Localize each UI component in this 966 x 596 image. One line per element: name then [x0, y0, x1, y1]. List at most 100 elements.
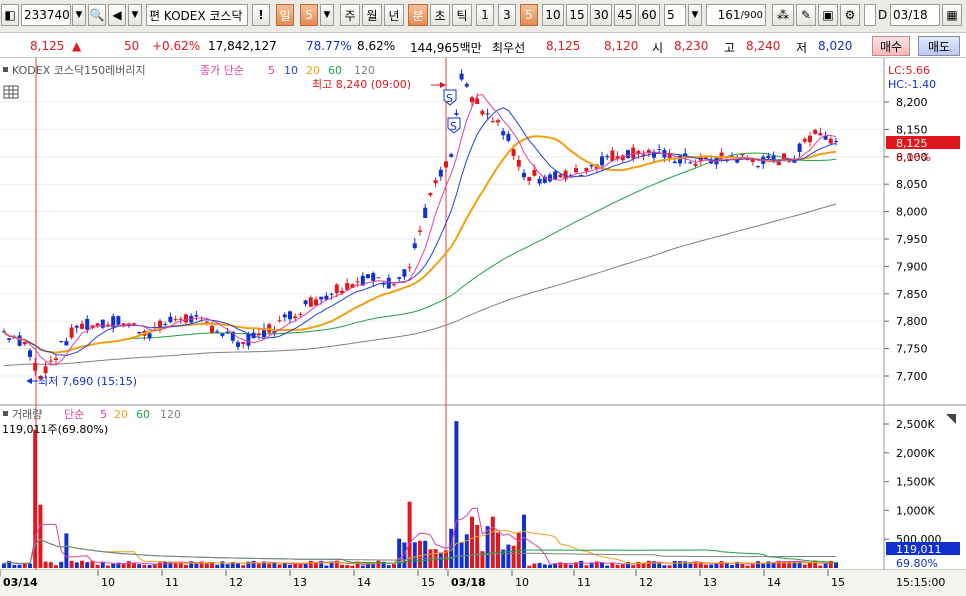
- vol-ma20-label: 20: [114, 408, 128, 421]
- period-minute[interactable]: 분: [408, 4, 428, 26]
- volume-bar: [750, 564, 755, 568]
- panel-menu-icon[interactable]: [3, 67, 8, 72]
- minute-30[interactable]: 30: [590, 4, 612, 26]
- search-icon[interactable]: 🔍: [88, 4, 106, 26]
- period-second[interactable]: 초: [430, 4, 450, 26]
- volume-bar: [48, 562, 53, 568]
- time-tick-label: 11: [165, 576, 179, 589]
- indicator-icon[interactable]: ⁂: [772, 4, 794, 26]
- volume-bar: [470, 516, 474, 568]
- interval-input[interactable]: 5: [664, 4, 686, 26]
- code-dropdown-icon[interactable]: ▼: [72, 4, 86, 26]
- date-input[interactable]: 03/18: [890, 4, 940, 26]
- count-input[interactable]: 161/900: [706, 4, 766, 26]
- candle-body: [537, 178, 542, 184]
- candle-body: [168, 316, 173, 323]
- candle-body: [397, 277, 402, 279]
- date-checkbox[interactable]: [864, 4, 876, 26]
- volume-bar: [740, 563, 745, 568]
- volume-bar: [38, 504, 43, 568]
- price-tick-label: 7,750: [896, 343, 928, 356]
- draw-icon[interactable]: ✎: [796, 4, 816, 26]
- candle-body: [355, 281, 360, 283]
- volume-bar: [397, 538, 402, 568]
- buy-button[interactable]: 매수: [872, 36, 910, 56]
- chart-menu-icon[interactable]: ◧: [1, 4, 19, 26]
- period-month[interactable]: 월: [362, 4, 382, 26]
- candle-body: [329, 293, 334, 295]
- volume-bar: [475, 524, 480, 568]
- period-day-count[interactable]: 5: [300, 4, 318, 26]
- candle-body: [288, 311, 292, 320]
- low-annotation: 최저 7,690 (15:15): [38, 375, 137, 388]
- volume-bar: [194, 563, 199, 568]
- minute-15[interactable]: 15: [566, 4, 588, 26]
- chart-area[interactable]: KODEX 코스닥150레버리지 종가 단순 5 10 20 60 120 최고…: [0, 58, 966, 596]
- candle-body: [184, 314, 188, 323]
- save-icon[interactable]: ▣: [818, 4, 838, 26]
- candle-body: [116, 316, 121, 325]
- volume-bar: [511, 545, 516, 568]
- name-field[interactable]: 편 KODEX 코스닥: [146, 4, 248, 26]
- candle-body: [787, 161, 792, 163]
- candle-body: [454, 112, 459, 115]
- candle-body: [428, 193, 433, 196]
- volume-bar: [277, 564, 282, 568]
- candle-body: [418, 230, 422, 232]
- volume-bar: [288, 564, 292, 568]
- volume: 17,842,127: [208, 39, 277, 53]
- table-icon[interactable]: [3, 85, 19, 99]
- minute-45[interactable]: 45: [614, 4, 636, 26]
- minute-1-label: 1: [481, 8, 489, 22]
- period-dropdown-icon[interactable]: ▼: [320, 4, 334, 26]
- candle-body: [298, 313, 303, 315]
- volume-bar: [485, 526, 490, 568]
- candle-body: [631, 147, 636, 159]
- speaker-icon[interactable]: ◀: [108, 4, 126, 26]
- volume-bar: [818, 565, 823, 568]
- volume-bar: [605, 565, 610, 568]
- lc-label: LC:5.66: [888, 64, 930, 77]
- candle-body: [553, 171, 558, 180]
- open-price: 8,230: [674, 39, 709, 53]
- calendar-icon[interactable]: ▦: [942, 4, 962, 26]
- candle-body: [459, 73, 464, 80]
- interval-dropdown-icon[interactable]: ▼: [688, 4, 702, 26]
- volume-bar: [152, 564, 157, 568]
- low-label: 저: [796, 41, 808, 55]
- period-day[interactable]: 일: [276, 4, 294, 26]
- volume-panel-menu-icon[interactable]: [3, 411, 8, 416]
- volume-bar: [345, 565, 350, 568]
- hc-label: HC:-1.40: [888, 78, 936, 91]
- candle-body: [173, 319, 178, 321]
- candle-body: [137, 332, 142, 334]
- minute-60[interactable]: 60: [638, 4, 660, 26]
- minute-10[interactable]: 10: [542, 4, 564, 26]
- candle-body: [626, 150, 630, 159]
- ask-price: 8,125: [546, 39, 581, 53]
- speaker-dropdown-icon[interactable]: ▼: [128, 4, 142, 26]
- code-value: 233740: [24, 8, 70, 22]
- gear-icon[interactable]: ⚙: [840, 4, 860, 26]
- ma20-label: 20: [306, 64, 320, 77]
- volume-bar: [438, 552, 443, 568]
- volume-bar: [698, 563, 703, 568]
- minute-1[interactable]: 1: [476, 4, 494, 26]
- turnover: 8.62%: [357, 39, 396, 53]
- code-input[interactable]: 233740: [21, 4, 71, 26]
- candle-body: [74, 326, 79, 328]
- period-year[interactable]: 년: [384, 4, 404, 26]
- volume-bar: [267, 563, 272, 568]
- time-tick-label: 14: [357, 576, 371, 589]
- volume-bar: [241, 565, 246, 568]
- period-week[interactable]: 주: [340, 4, 360, 26]
- period-tick[interactable]: 틱: [452, 4, 472, 26]
- volume-bar: [620, 564, 625, 568]
- sell-button[interactable]: 매도: [918, 36, 960, 56]
- alert-button[interactable]: !: [252, 4, 270, 26]
- candle-body: [241, 341, 246, 344]
- time-tick-label: 11: [577, 576, 591, 589]
- minute-3[interactable]: 3: [498, 4, 516, 26]
- minute-5[interactable]: 5: [520, 4, 538, 26]
- volume-bar: [350, 565, 355, 568]
